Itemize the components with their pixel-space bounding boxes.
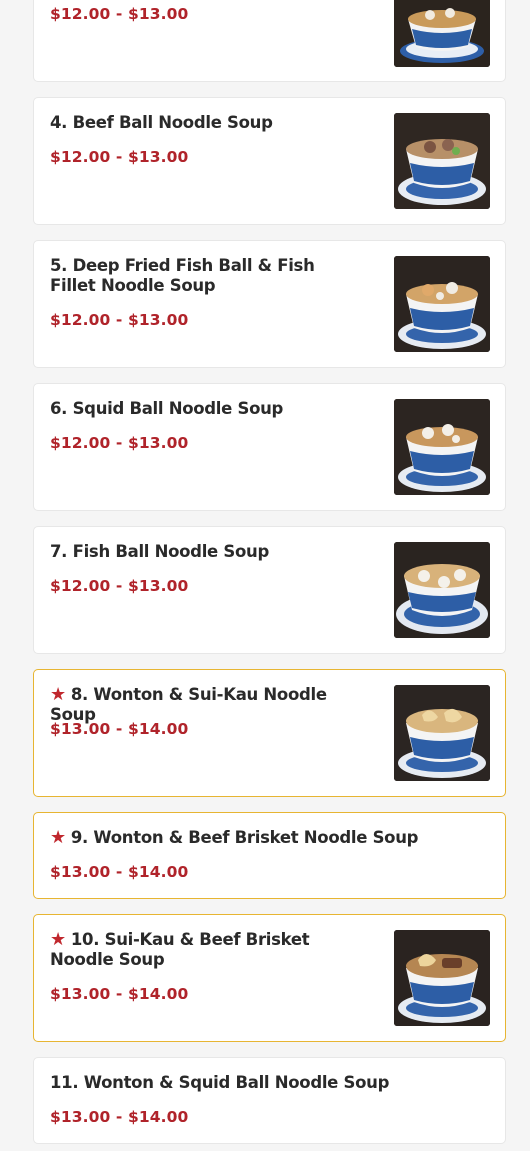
- menu-item-card[interactable]: 6. Squid Ball Noodle Soup $12.00 - $13.0…: [33, 383, 506, 511]
- item-photo: [394, 542, 490, 638]
- item-price: $12.00 - $13.00: [50, 577, 189, 595]
- menu-item-card[interactable]: 5. Deep Fried Fish Ball & Fish Fillet No…: [33, 240, 506, 368]
- item-photo: [394, 399, 490, 495]
- item-name: 11. Wonton & Squid Ball Noodle Soup: [50, 1073, 390, 1092]
- item-price: $13.00 - $14.00: [50, 1108, 189, 1126]
- item-photo: [394, 0, 490, 67]
- item-price: $12.00 - $13.00: [50, 434, 189, 452]
- star-icon: ★: [50, 929, 66, 950]
- item-name: 5. Deep Fried Fish Ball & Fish Fillet No…: [50, 256, 315, 295]
- item-name-row: ★ 9. Wonton & Beef Brisket Noodle Soup: [50, 828, 490, 848]
- menu-item-card[interactable]: 7. Fish Ball Noodle Soup $12.00 - $13.00: [33, 526, 506, 654]
- menu-item-card[interactable]: 11. Wonton & Squid Ball Noodle Soup $13.…: [33, 1057, 506, 1144]
- item-photo: [394, 930, 490, 1026]
- item-name: 8. Wonton & Sui-Kau Noodle Soup: [50, 685, 327, 724]
- item-photo: [394, 256, 490, 352]
- menu-item-card[interactable]: ★ 8. Wonton & Sui-Kau Noodle Soup $13.00 …: [33, 669, 506, 797]
- menu-item-card[interactable]: 4. Beef Ball Noodle Soup $12.00 - $13.00: [33, 97, 506, 225]
- item-name-row: ★ 8. Wonton & Sui-Kau Noodle Soup: [50, 685, 360, 725]
- star-icon: ★: [50, 684, 66, 705]
- menu-item-card[interactable]: $12.00 - $13.00: [33, 0, 506, 82]
- item-price: $13.00 - $14.00: [50, 863, 189, 881]
- item-price: $13.00 - $14.00: [50, 985, 189, 1003]
- item-photo: [394, 113, 490, 209]
- item-price: $13.00 - $14.00: [50, 720, 189, 738]
- item-name: 4. Beef Ball Noodle Soup: [50, 113, 273, 132]
- item-price: $12.00 - $13.00: [50, 311, 189, 329]
- item-price: $12.00 - $13.00: [50, 5, 189, 23]
- menu-item-card[interactable]: ★ 9. Wonton & Beef Brisket Noodle Soup $1…: [33, 812, 506, 899]
- item-photo: [394, 685, 490, 781]
- item-price: $12.00 - $13.00: [50, 148, 189, 166]
- item-name: 6. Squid Ball Noodle Soup: [50, 399, 284, 418]
- star-icon: ★: [50, 827, 66, 848]
- item-name: 7. Fish Ball Noodle Soup: [50, 542, 269, 561]
- item-name-row: ★ 10. Sui-Kau & Beef Brisket Noodle Soup: [50, 930, 360, 970]
- item-name: 9. Wonton & Beef Brisket Noodle Soup: [70, 828, 419, 847]
- item-name: 10. Sui-Kau & Beef Brisket Noodle Soup: [50, 930, 310, 969]
- menu-item-card[interactable]: ★ 10. Sui-Kau & Beef Brisket Noodle Soup …: [33, 914, 506, 1042]
